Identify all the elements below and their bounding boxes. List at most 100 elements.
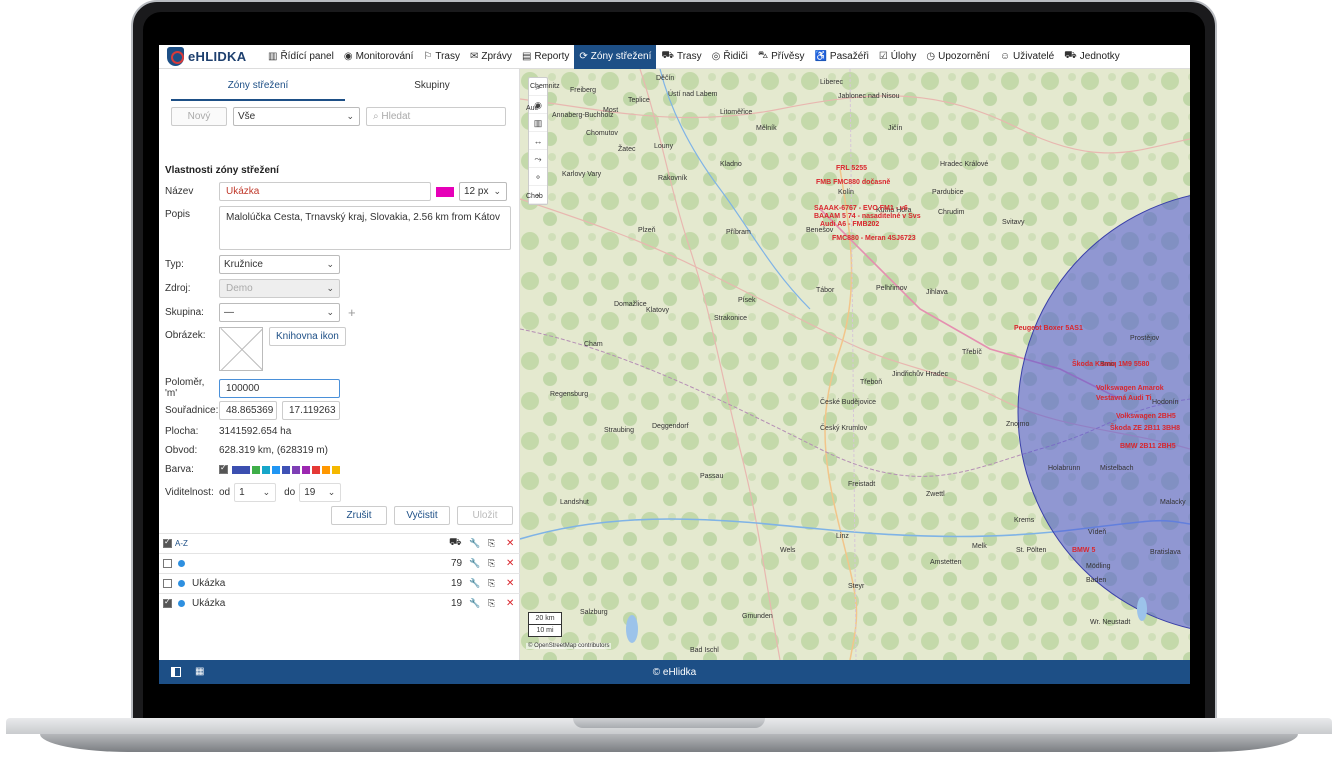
cancel-button[interactable]: Zrušit [331, 506, 387, 525]
add-group-icon[interactable]: + [348, 305, 356, 320]
description-row: Popis Malolúčka Cesta, Trnavský kraj, Sl… [165, 206, 511, 250]
copy-icon[interactable]: ⎘ [488, 598, 495, 609]
nav-item-4[interactable]: ✉ Zprávy [465, 45, 517, 69]
row-checkbox[interactable] [163, 559, 172, 568]
logo[interactable]: eHLIDKA [159, 45, 263, 69]
nodes-icon[interactable]: ⚬ [529, 168, 547, 186]
zone-count: 19 [451, 578, 463, 589]
to-label: do [284, 487, 296, 498]
row-checkbox[interactable] [163, 579, 172, 588]
nav-item-1[interactable]: ▥ Řídící panel [263, 45, 339, 69]
vehicle-marker-label[interactable]: Audi A6 - FMB202 [820, 221, 879, 228]
type-select[interactable]: Kružnice ⌄ [219, 255, 340, 274]
search-input[interactable]: ⌕ Hledat [366, 107, 506, 126]
vehicle-marker-label[interactable]: FRL 5255 [836, 165, 867, 172]
zone-list-row[interactable]: Ukázka 19 🔧 ⎘ ✕ [159, 573, 520, 593]
color-option[interactable] [252, 465, 260, 474]
nav-item-8[interactable]: ◎ Řidiči [707, 45, 753, 69]
color-row: Barva: [165, 463, 340, 475]
nav-item-5[interactable]: ▤ Reporty [517, 45, 574, 69]
vehicle-marker-label[interactable]: Vestavná Audi Ti [1096, 395, 1152, 402]
longitude-field[interactable]: 17.119263 [282, 401, 340, 420]
filter-select[interactable]: Vše ⌄ [233, 107, 360, 126]
vehicle-marker-label[interactable]: Škoda Kamiq 1M9 5580 [1072, 361, 1149, 368]
nav-item-3[interactable]: ⚐ Trasy [418, 45, 465, 69]
image-placeholder[interactable] [219, 327, 263, 371]
color-option[interactable] [322, 465, 330, 474]
vehicle-marker-label[interactable]: Peugeot Boxer 5AS1 [1014, 325, 1083, 332]
color-option[interactable] [292, 465, 300, 474]
select-all-checkbox[interactable] [163, 537, 172, 548]
map-place-label: Domažlice [614, 301, 647, 308]
name-field[interactable]: Ukázka [219, 182, 431, 201]
map-attribution[interactable]: © OpenStreetMap contributors [526, 643, 612, 649]
icon-library-button[interactable]: Knihovna ikon [269, 327, 346, 346]
nav-item-14[interactable]: ⛟ Jednotky [1059, 45, 1125, 69]
vehicle-marker-label[interactable]: BMW 2B11 2BH5 [1120, 443, 1176, 450]
color-checkbox[interactable] [219, 463, 228, 474]
color-option[interactable] [282, 465, 290, 474]
zoom-from-select[interactable]: 1 ⌄ [234, 483, 277, 502]
map-view[interactable]: ⌕ ◉ ▥ ↔ ⤳ ⚬ › Chemnitz Freiberg Aue Annaber… [520, 69, 1190, 660]
wrench-icon[interactable]: 🔧 [469, 558, 480, 569]
nav-item-9[interactable]: ⛍ Přívěsy [753, 45, 810, 69]
description-field[interactable]: Malolúčka Cesta, Trnavský kraj, Slovakia… [219, 206, 511, 250]
delete-icon[interactable]: ✕ [506, 558, 514, 569]
zone-color-dot [178, 580, 185, 587]
vehicle-marker-label[interactable]: Volkswagen 2BH5 [1116, 413, 1176, 420]
delete-icon[interactable]: ✕ [506, 578, 514, 589]
color-option[interactable] [302, 465, 310, 474]
wrench-icon[interactable]: 🔧 [469, 598, 480, 609]
route-icon[interactable]: ⤳ [529, 150, 547, 168]
vehicle-marker-label[interactable]: BMW 5 [1072, 547, 1095, 554]
vehicle-marker-label[interactable]: FMB FMC880 dočasně [816, 179, 890, 186]
latitude-field[interactable]: 48.865369 [219, 401, 277, 420]
delete-icon[interactable]: ✕ [506, 538, 514, 549]
nav-item-2[interactable]: ◉ Monitorování [339, 45, 419, 69]
vehicle-marker-label[interactable]: Škoda ZE 2B11 3BH8 [1110, 425, 1180, 432]
new-button[interactable]: Nový [171, 107, 227, 126]
color-option[interactable] [272, 465, 280, 474]
save-button[interactable]: Uložit [457, 506, 513, 525]
vehicle-marker-label[interactable]: FMC880 - Meran 4SJ6723 [832, 235, 916, 242]
delete-icon[interactable]: ✕ [506, 598, 514, 609]
zone-name: Ukázka [192, 598, 226, 609]
color-option[interactable] [262, 465, 270, 474]
color-option[interactable] [312, 465, 320, 474]
copy-icon[interactable]: ⎘ [488, 558, 495, 569]
map-place-label: Třeboň [860, 379, 883, 386]
color-option[interactable] [232, 465, 250, 474]
color-picker[interactable] [431, 186, 459, 197]
zone-list-row[interactable]: Ukázka 19 🔧 ⎘ ✕ [159, 593, 520, 613]
clear-button[interactable]: Vyčistit [394, 506, 450, 525]
nav-item-12[interactable]: ◷ Upozornění [921, 45, 994, 69]
vehicle-marker-label[interactable]: SAAAK-6767 - EVO FM1 - v6 [814, 205, 908, 212]
wrench-icon[interactable]: 🔧 [469, 538, 480, 549]
font-size-select[interactable]: 12 px ⌄ [459, 182, 507, 201]
row-checkbox[interactable] [163, 597, 172, 608]
vehicle-icon[interactable]: ⛟ [449, 537, 462, 550]
map-place-label: Příbram [726, 229, 751, 236]
vehicle-marker-label[interactable]: BAAAM 5 74 - nasaditelné v Svs [814, 213, 921, 220]
map-place-label: Pelhřimov [876, 285, 908, 292]
sort-az-icon[interactable]: A-Z [175, 539, 188, 548]
tab-groups[interactable]: Skupiny [345, 69, 519, 101]
map-layers-icon[interactable]: ▥ [529, 114, 547, 132]
radius-field[interactable]: 100000 [219, 378, 340, 398]
nav-item-10[interactable]: ♿ Pasažéři [809, 45, 873, 69]
copy-icon[interactable]: ⎘ [488, 538, 495, 549]
vehicle-marker-label[interactable]: Volkswagen Amarok [1096, 385, 1164, 392]
nav-item-11[interactable]: ☑ Úlohy [874, 45, 922, 69]
group-select[interactable]: — ⌄ [219, 303, 340, 322]
wrench-icon[interactable]: 🔧 [469, 578, 480, 589]
nav-item-6[interactable]: ⟳ Zóny střežení [574, 45, 657, 69]
zoom-to-select[interactable]: 19 ⌄ [299, 483, 342, 502]
nav-item-7[interactable]: ⛟ Trasy [656, 45, 706, 69]
tab-zones[interactable]: Zóny střežení [171, 69, 345, 101]
ruler-icon[interactable]: ↔ [529, 132, 547, 150]
copy-icon[interactable]: ⎘ [488, 578, 495, 589]
nav-item-13[interactable]: ☺ Uživatelé [995, 45, 1059, 69]
zone-list-row[interactable]: 79 🔧 ⎘ ✕ [159, 553, 520, 573]
chevron-down-icon: ⌄ [346, 111, 354, 121]
color-option[interactable] [332, 465, 340, 474]
